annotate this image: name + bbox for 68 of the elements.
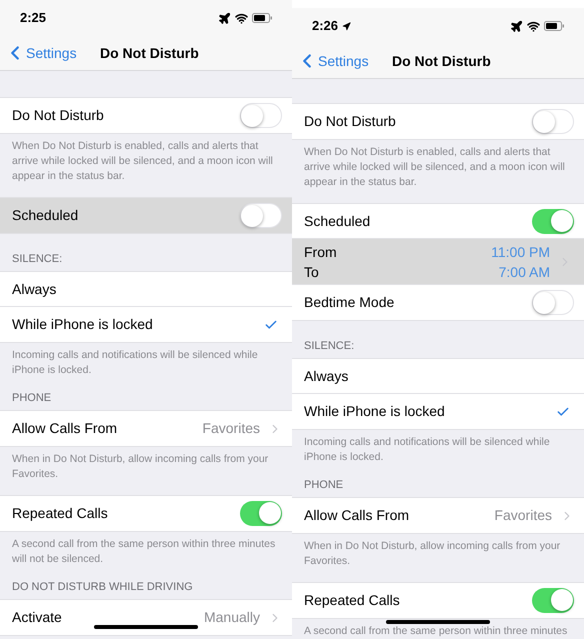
settings-row[interactable]: Scheduled (0, 198, 292, 233)
airplane-icon (510, 20, 523, 32)
toggle-switch[interactable] (532, 208, 574, 234)
row-label: Bedtime Mode (304, 293, 394, 312)
settings-row[interactable]: Repeated Calls (0, 496, 292, 531)
row-label: Do Not Disturb (304, 112, 396, 131)
row-label: Scheduled (12, 206, 78, 225)
section-header: PHONE (304, 478, 344, 493)
settings-row[interactable]: Scheduled (292, 204, 584, 239)
row-label: Repeated Calls (304, 591, 400, 610)
toggle-switch[interactable] (532, 109, 574, 134)
toggle-switch[interactable] (240, 501, 282, 526)
settings-row[interactable]: Always (292, 359, 584, 394)
row-value: Favorites (202, 419, 260, 438)
row-label: Scheduled (304, 212, 370, 230)
page-title: Do Not Disturb (100, 44, 199, 62)
row-label: Activate (12, 608, 62, 627)
section-header: PHONE (12, 391, 52, 406)
wifi-icon (527, 20, 540, 32)
to-time: 7:00 AM (498, 262, 550, 282)
section-footer: When in Do Not Disturb, allow incoming calls from your Favorites. (304, 539, 576, 569)
section-header: SILENCE: (12, 252, 62, 267)
row-value: Manually (204, 608, 260, 627)
from-label: From (304, 242, 338, 262)
to-label: To (304, 262, 320, 282)
settings-row[interactable]: Do Not Disturb (292, 104, 584, 139)
settings-row[interactable]: Always (0, 272, 292, 307)
section-footer: Incoming calls and notifications will be silenced while iPhone is locked. (12, 348, 284, 378)
row-label: Allow Calls From (12, 419, 118, 438)
settings-row[interactable]: Allow Calls From Favorites (292, 498, 584, 533)
section-header: SILENCE: (304, 339, 354, 354)
status-time: 2:26 (312, 17, 338, 36)
back-button[interactable]: Settings (292, 50, 369, 72)
airplane-icon (218, 12, 231, 24)
row-label: Allow Calls From (304, 506, 410, 525)
row-label: Always (304, 366, 348, 386)
settings-row[interactable]: Activate Manually (0, 600, 292, 635)
wifi-icon (235, 12, 248, 24)
section-footer: When Do Not Disturb is enabled, calls and alerts that arrive while locked will be silenced, and a moon icon will appear in the status bar. (304, 145, 576, 190)
row-label: Repeated Calls (12, 504, 108, 523)
schedule-row[interactable]: From To 11:00 PM 7:00 AM (292, 239, 584, 285)
settings-row[interactable]: Allow Calls From Favorites (0, 411, 292, 446)
row-label: Always (12, 280, 56, 299)
toggle-switch[interactable] (240, 103, 282, 128)
settings-row[interactable]: Bedtime Mode (292, 285, 584, 320)
settings-row[interactable]: Do Not Disturb (0, 98, 292, 133)
toggle-switch[interactable] (240, 203, 282, 228)
toggle-switch[interactable] (532, 290, 574, 315)
page-title: Do Not Disturb (392, 52, 491, 70)
settings-row[interactable]: While iPhone is locked (292, 394, 584, 429)
section-footer: When in Do Not Disturb, allow incoming calls from your Favorites. (12, 452, 284, 482)
from-time: 11:00 PM (491, 242, 550, 262)
row-value: Favorites (494, 506, 552, 525)
section-footer: When Do Not Disturb is enabled, calls and alerts that arrive while locked will be silenced, and a moon icon will appear in the status bar. (12, 139, 284, 184)
section-footer: Incoming calls and notifications will be silenced while iPhone is locked. (304, 435, 576, 465)
section-header: DO NOT DISTURB WHILE DRIVING (12, 580, 193, 595)
row-label: While iPhone is locked (12, 315, 153, 334)
toggle-switch[interactable] (532, 588, 574, 613)
battery-icon (544, 21, 564, 31)
battery-icon (252, 13, 272, 23)
status-time: 2:25 (20, 9, 46, 28)
section-footer: A second call from the same person within three minutes (304, 624, 576, 639)
section-footer: A second call from the same person within three minutes will not be silenced. (12, 537, 284, 567)
back-button[interactable]: Settings (0, 42, 77, 64)
row-label: Do Not Disturb (12, 106, 104, 125)
settings-row[interactable]: While iPhone is locked (0, 307, 292, 342)
settings-row[interactable]: Repeated Calls (292, 583, 584, 618)
row-label: While iPhone is locked (304, 402, 445, 421)
